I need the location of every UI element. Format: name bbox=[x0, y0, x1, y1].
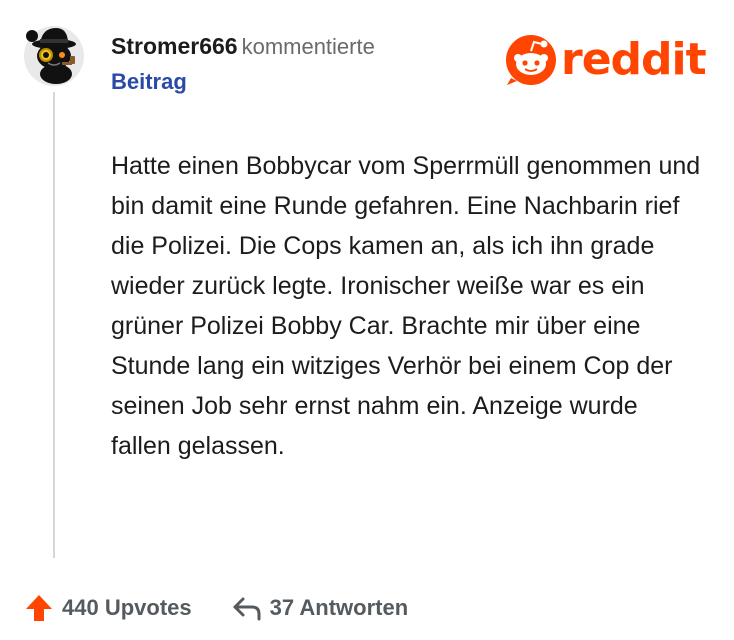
reply-count: 37 Antworten bbox=[269, 595, 409, 620]
upvote-arrow-icon[interactable] bbox=[24, 593, 54, 623]
comment-body: Hatte einen Bobbycar vom Sperrmüll genom… bbox=[111, 152, 701, 460]
reply-button[interactable]: 37 Antworten bbox=[232, 594, 409, 622]
thread-line[interactable] bbox=[53, 92, 55, 558]
reddit-logo: reddit bbox=[505, 34, 707, 86]
reddit-logo-text: reddit bbox=[561, 34, 707, 85]
reddit-snoo-icon bbox=[506, 35, 556, 85]
upvote-button[interactable]: 440 Upvotes bbox=[24, 593, 192, 623]
post-link[interactable]: Beitrag bbox=[111, 66, 375, 98]
snoo-detective-avatar-icon bbox=[24, 26, 84, 86]
username[interactable]: Stromer666 bbox=[111, 33, 238, 59]
upvote-count: 440 Upvotes bbox=[62, 595, 192, 620]
action-label: kommentierte bbox=[241, 34, 375, 59]
avatar[interactable] bbox=[22, 22, 86, 86]
comment-footer: 440 Upvotes 37 Antworten bbox=[24, 588, 408, 628]
reply-arrow-icon[interactable] bbox=[232, 594, 262, 622]
comment-header: Stromer666 kommentierte Beitrag bbox=[111, 30, 375, 98]
